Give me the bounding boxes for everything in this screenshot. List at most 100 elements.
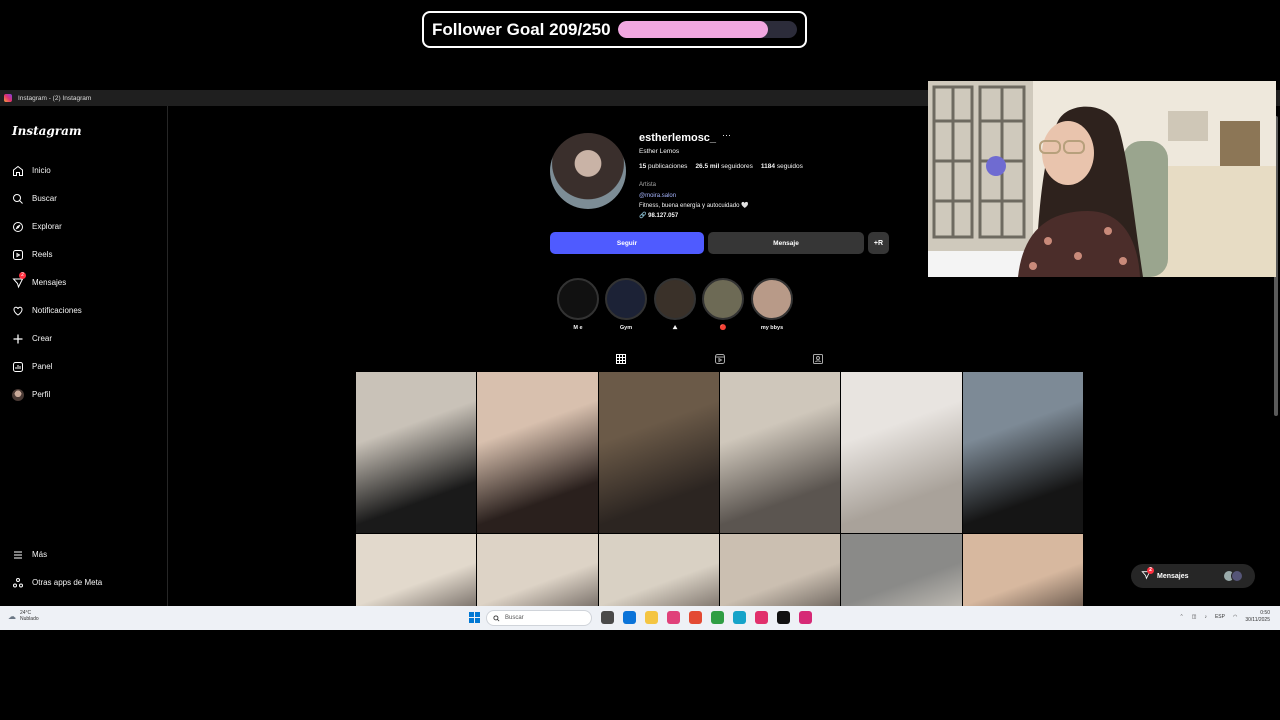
post-thumbnail[interactable]	[598, 534, 719, 606]
posts-count: 15 publicaciones	[639, 163, 688, 170]
menu-icon	[11, 548, 24, 561]
post-thumbnail[interactable]	[841, 372, 962, 533]
messages-badge: 2	[1147, 567, 1154, 574]
post-thumbnail[interactable]	[841, 534, 962, 606]
post-thumbnail[interactable]	[477, 372, 598, 533]
messages-floating-button[interactable]: 2 Mensajes	[1131, 564, 1255, 588]
post-thumbnail[interactable]	[477, 534, 598, 606]
followers-count[interactable]: 26.5 mil seguidores	[695, 163, 752, 170]
profile-link[interactable]: 🔗 98.127.057	[639, 212, 678, 219]
taskbar-app-icon[interactable]	[799, 611, 812, 624]
taskbar-app-icon[interactable]	[689, 611, 702, 624]
home-icon	[11, 164, 24, 177]
post-thumbnail[interactable]	[598, 372, 719, 533]
sidebar-item-label: Panel	[32, 362, 53, 371]
language-indicator[interactable]: ESP	[1215, 614, 1225, 620]
webcam-feed-image	[928, 81, 1276, 277]
highlight-item[interactable]: Gym	[604, 278, 648, 331]
taskbar-app-icon[interactable]	[667, 611, 680, 624]
post-thumbnail[interactable]	[720, 372, 841, 533]
taskbar-search-input[interactable]: Buscar	[486, 610, 592, 626]
grid-icon[interactable]	[615, 353, 627, 365]
profile-avatar[interactable]	[550, 133, 626, 209]
dashboard-icon	[11, 360, 24, 373]
message-button[interactable]: Mensaje	[708, 232, 864, 254]
browser-title-bar: Instagram - (2) Instagram	[0, 90, 930, 106]
sidebar-item-label: Explorar	[32, 222, 62, 231]
taskbar-app-icon[interactable]	[645, 611, 658, 624]
highlight-item[interactable]: 🔴	[701, 278, 745, 331]
system-tray: ⌃ ◫ ♪ ESP ◠ 0:50 30/11/2025	[1180, 610, 1270, 624]
post-thumbnail[interactable]	[962, 534, 1083, 606]
weather-widget[interactable]: ☁ 24°C Nublado	[8, 610, 39, 622]
threads-handle-link[interactable]: @moira.salon	[639, 193, 676, 199]
sidebar-item-inicio[interactable]: Inicio	[11, 164, 51, 177]
taskbar-app-icon[interactable]	[777, 611, 790, 624]
post-thumbnail[interactable]	[720, 534, 841, 606]
taskbar-app-icon[interactable]	[755, 611, 768, 624]
message-avatars	[1223, 570, 1243, 582]
highlight-label: ⛰	[672, 325, 678, 331]
highlight-label: 🔴	[719, 325, 727, 331]
profile-bio: Fitness, buena energía y autocuidado 🤍	[639, 203, 749, 209]
messages-badge: 2	[19, 272, 26, 279]
highlight-item[interactable]: my bbys	[750, 278, 794, 331]
highlight-label: M e	[573, 325, 583, 331]
highlight-cover	[605, 278, 647, 320]
profile-avatar-icon	[11, 388, 24, 401]
sidebar-item-reels[interactable]: Reels	[11, 248, 52, 261]
post-thumbnail[interactable]	[356, 534, 477, 606]
post-thumbnail[interactable]	[356, 372, 477, 533]
plus-icon	[11, 332, 24, 345]
highlight-item[interactable]: M e	[556, 278, 600, 331]
post-thumbnail[interactable]	[962, 372, 1083, 533]
windows-start-icon[interactable]	[469, 612, 480, 623]
highlight-cover	[751, 278, 793, 320]
tagged-icon[interactable]	[812, 353, 824, 365]
sidebar-item-explorar[interactable]: Explorar	[11, 220, 62, 233]
sidebar-item-label: Reels	[32, 250, 53, 259]
sidebar-item-perfil[interactable]: Perfil	[11, 388, 50, 401]
sidebar-item-meta-apps[interactable]: Otras apps de Meta	[11, 576, 102, 589]
sidebar-item-label: Inicio	[32, 166, 51, 175]
taskbar-app-icon[interactable]	[601, 611, 614, 624]
more-options-icon[interactable]: ···	[722, 130, 731, 140]
taskbar-search-placeholder: Buscar	[505, 615, 524, 621]
chevron-up-icon[interactable]: ⌃	[1180, 614, 1184, 620]
posts-grid	[356, 372, 1083, 606]
reels-icon	[11, 248, 24, 261]
sidebar-item-mas[interactable]: Más	[11, 548, 47, 561]
follower-goal-progress-fill	[617, 21, 768, 38]
messages-pill-label: Mensajes	[1157, 572, 1189, 580]
browser-tab-title[interactable]: Instagram - (2) Instagram	[18, 95, 91, 102]
follow-button[interactable]: Seguir	[550, 232, 704, 254]
profile-username: estherlemosc_	[639, 132, 717, 144]
sidebar-item-notificaciones[interactable]: Notificaciones	[11, 304, 82, 317]
clock[interactable]: 0:50 30/11/2025	[1245, 610, 1270, 624]
sidebar-item-panel[interactable]: Panel	[11, 360, 52, 373]
highlight-item[interactable]: ⛰	[653, 278, 697, 332]
compass-icon	[11, 220, 24, 233]
sidebar-item-label: Mensajes	[32, 278, 67, 287]
clock-date: 30/11/2025	[1245, 617, 1270, 623]
highlight-cover	[557, 278, 599, 320]
avatar	[1231, 570, 1243, 582]
reels-icon[interactable]	[714, 353, 726, 365]
instagram-logo[interactable]: Instagram	[12, 124, 82, 138]
sidebar-item-buscar[interactable]: Buscar	[11, 192, 57, 205]
taskbar-app-icon[interactable]	[711, 611, 724, 624]
network-icon[interactable]: ◫	[1192, 614, 1197, 620]
sidebar-item-mensajes[interactable]: 2 Mensajes	[11, 272, 67, 289]
windows-taskbar: ☁ 24°C Nublado Buscar ⌃ ◫ ♪ ESP ◠ 0:50 3…	[0, 606, 1280, 630]
following-count[interactable]: 1184 seguidos	[761, 163, 803, 170]
cloud-icon: ☁	[8, 611, 16, 621]
meta-apps-icon	[11, 576, 24, 589]
follower-goal-progress-bar	[617, 21, 797, 38]
suggest-accounts-button[interactable]: +R	[868, 232, 889, 254]
taskbar-app-icon[interactable]	[623, 611, 636, 624]
volume-icon[interactable]: ♪	[1204, 614, 1207, 620]
sidebar-item-crear[interactable]: Crear	[11, 332, 52, 345]
sidebar-item-label: Otras apps de Meta	[32, 578, 103, 587]
wifi-icon[interactable]: ◠	[1233, 614, 1237, 620]
taskbar-app-icon[interactable]	[733, 611, 746, 624]
